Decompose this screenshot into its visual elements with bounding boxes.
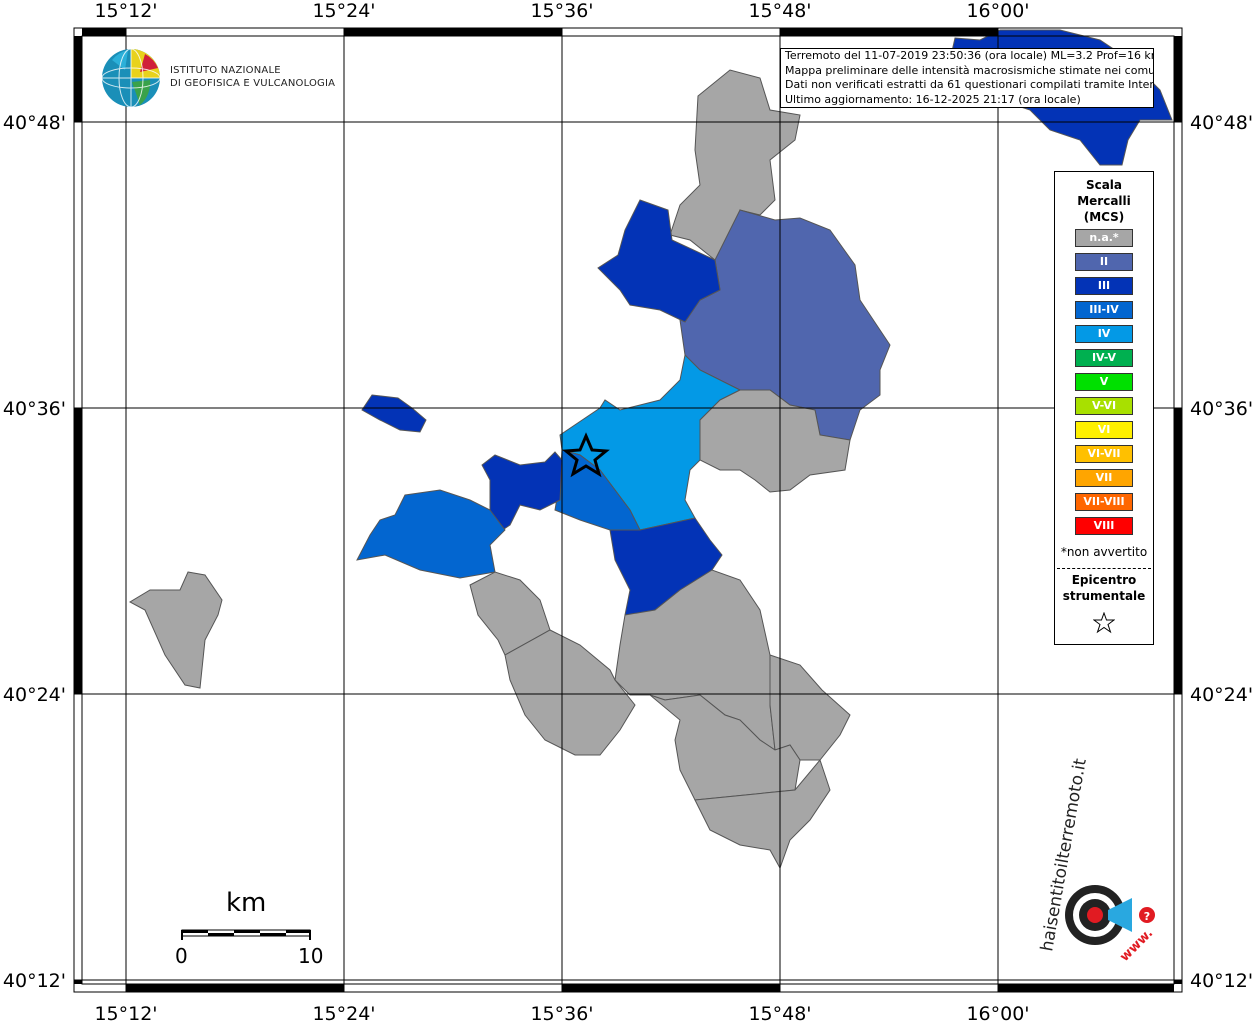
lon-label: 15°24' xyxy=(312,1003,375,1024)
legend-swatch: V-VI xyxy=(1075,397,1133,415)
lon-label: 15°12' xyxy=(94,1003,157,1024)
legend-divider xyxy=(1057,568,1151,569)
lat-label: 40°12' xyxy=(1190,970,1253,992)
legend-swatch: VII xyxy=(1075,469,1133,487)
legend-swatch: V xyxy=(1075,373,1133,391)
lon-label: 15°36' xyxy=(530,1003,593,1024)
legend-swatch: VII-VIII xyxy=(1075,493,1133,511)
lon-label: 15°12' xyxy=(94,0,157,22)
legend-epicenter-line: strumentale xyxy=(1062,589,1146,603)
lon-label: 16°00' xyxy=(966,0,1029,22)
lon-label: 16°00' xyxy=(966,1003,1029,1024)
lat-labels-right: 40°48' 40°36' 40°24' 40°12' xyxy=(1190,112,1253,992)
event-info-line: Dati non verificati estratti da 61 quest… xyxy=(785,78,1154,91)
legend-epicenter-label: Epicentro strumentale xyxy=(1055,572,1153,604)
legend-title: Scala Mercalli (MCS) xyxy=(1055,177,1153,225)
ingv-logo-text: ISTITUTO NAZIONALE DI GEOFISICA E VULCAN… xyxy=(170,64,335,90)
legend-swatch: VI xyxy=(1075,421,1133,439)
lat-label: 40°12' xyxy=(3,970,66,992)
legend-note: *non avvertito xyxy=(1060,545,1148,559)
legend-swatch: III xyxy=(1075,277,1133,295)
svg-text:?: ? xyxy=(1144,910,1150,923)
ingv-logo-line: ISTITUTO NAZIONALE xyxy=(170,65,281,76)
legend-title-line: Mercalli xyxy=(1077,194,1131,208)
mcs-legend: Scala Mercalli (MCS) n.a.* II III III-IV IV I… xyxy=(1054,171,1154,645)
legend-title-line: (MCS) xyxy=(1083,210,1125,224)
event-info-box: Terremoto del 11-07-2019 23:50:36 (ora l… xyxy=(780,48,1154,108)
lat-label: 40°36' xyxy=(3,398,66,420)
event-info-line: Terremoto del 11-07-2019 23:50:36 (ora l… xyxy=(785,49,1154,62)
scale-unit-label: km xyxy=(226,888,267,918)
legend-swatch: III-IV xyxy=(1075,301,1133,319)
legend-swatch: IV-V xyxy=(1075,349,1133,367)
legend-swatch: VIII xyxy=(1075,517,1133,535)
lat-label: 40°36' xyxy=(1190,398,1253,420)
lon-label: 15°36' xyxy=(530,0,593,22)
lon-label: 15°48' xyxy=(748,1003,811,1024)
lat-label: 40°24' xyxy=(1190,684,1253,706)
legend-epicenter-line: Epicentro xyxy=(1071,573,1137,587)
legend-swatch: n.a.* xyxy=(1075,229,1133,247)
legend-swatch: VI-VII xyxy=(1075,445,1133,463)
scale-max-label: 10 xyxy=(298,944,324,968)
ingv-logo-line: DI GEOFISICA E VULCANOLOGIA xyxy=(170,78,336,89)
lat-labels-left: 40°48' 40°36' 40°24' 40°12' xyxy=(3,112,66,992)
legend-star-icon xyxy=(1093,612,1115,634)
legend-swatch: IV xyxy=(1075,325,1133,343)
event-info-line: Ultimo aggiornamento: 16-12-2025 21:17 (… xyxy=(785,92,1081,106)
lat-label: 40°48' xyxy=(1190,112,1253,134)
scale-min-label: 0 xyxy=(175,944,188,968)
lat-label: 40°48' xyxy=(3,112,66,134)
lat-label: 40°24' xyxy=(3,684,66,706)
event-info-line: Mappa preliminare delle intensità macros… xyxy=(785,63,1154,77)
ingv-globe-icon xyxy=(101,48,161,108)
lon-labels-top: 15°12' 15°24' 15°36' 15°48' 16°00' xyxy=(94,0,1029,22)
lon-labels-bottom: 15°12' 15°24' 15°36' 15°48' 16°00' xyxy=(94,1003,1029,1024)
lon-label: 15°24' xyxy=(312,0,375,22)
legend-swatch: II xyxy=(1075,253,1133,271)
lon-label: 15°48' xyxy=(748,0,811,22)
legend-title-line: Scala xyxy=(1085,178,1123,192)
